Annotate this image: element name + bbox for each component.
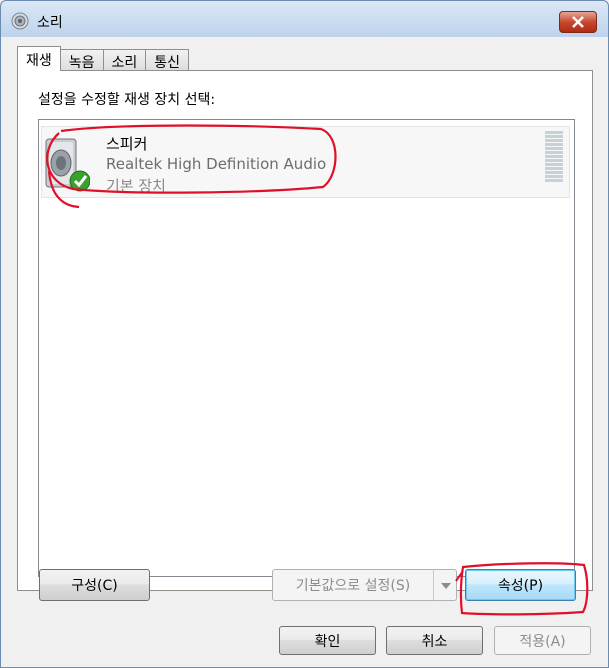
device-list[interactable]: 스피커 Realtek High Definition Audio 기본 장치	[38, 119, 575, 577]
default-check-icon	[69, 170, 90, 192]
tab-strip: 재생 녹음 소리 통신	[17, 46, 190, 71]
apply-button[interactable]: 적용(A)	[494, 626, 591, 655]
sound-dialog: 소리 재생 녹음 소리 통신 설정을 수정할 재생 장치 선택: 스피커 Rea…	[0, 0, 609, 668]
set-default-button[interactable]: 기본값으로 설정(S)	[272, 569, 434, 601]
device-name: 스피커	[106, 135, 148, 153]
tab-communications[interactable]: 통신	[145, 49, 190, 71]
ok-button[interactable]: 확인	[279, 626, 376, 655]
panel-prompt: 설정을 수정할 재생 장치 선택:	[38, 92, 216, 108]
configure-button[interactable]: 구성(C)	[39, 569, 150, 601]
playback-panel: 설정을 수정할 재생 장치 선택: 스피커 Realtek High Defin…	[17, 70, 593, 591]
tab-recording[interactable]: 녹음	[59, 49, 104, 71]
set-default-dropdown-arrow[interactable]	[433, 569, 457, 601]
close-icon	[572, 16, 584, 28]
device-item-speaker[interactable]: 스피커 Realtek High Definition Audio 기본 장치	[41, 126, 570, 198]
dialog-body: 재생 녹음 소리 통신 설정을 수정할 재생 장치 선택: 스피커 Realte…	[8, 37, 602, 661]
tab-sounds[interactable]: 소리	[102, 49, 147, 71]
level-meter	[545, 131, 563, 183]
speaker-icon	[45, 138, 90, 192]
device-driver: Realtek High Definition Audio	[106, 155, 327, 173]
close-button[interactable]	[559, 11, 597, 33]
window-title: 소리	[37, 15, 63, 31]
cancel-button[interactable]: 취소	[386, 626, 483, 655]
title-bar[interactable]: 소리	[1, 1, 608, 37]
device-status: 기본 장치	[106, 177, 166, 195]
speaker-app-icon	[11, 12, 29, 30]
tab-playback[interactable]: 재생	[17, 46, 61, 71]
properties-button[interactable]: 속성(P)	[465, 569, 576, 601]
